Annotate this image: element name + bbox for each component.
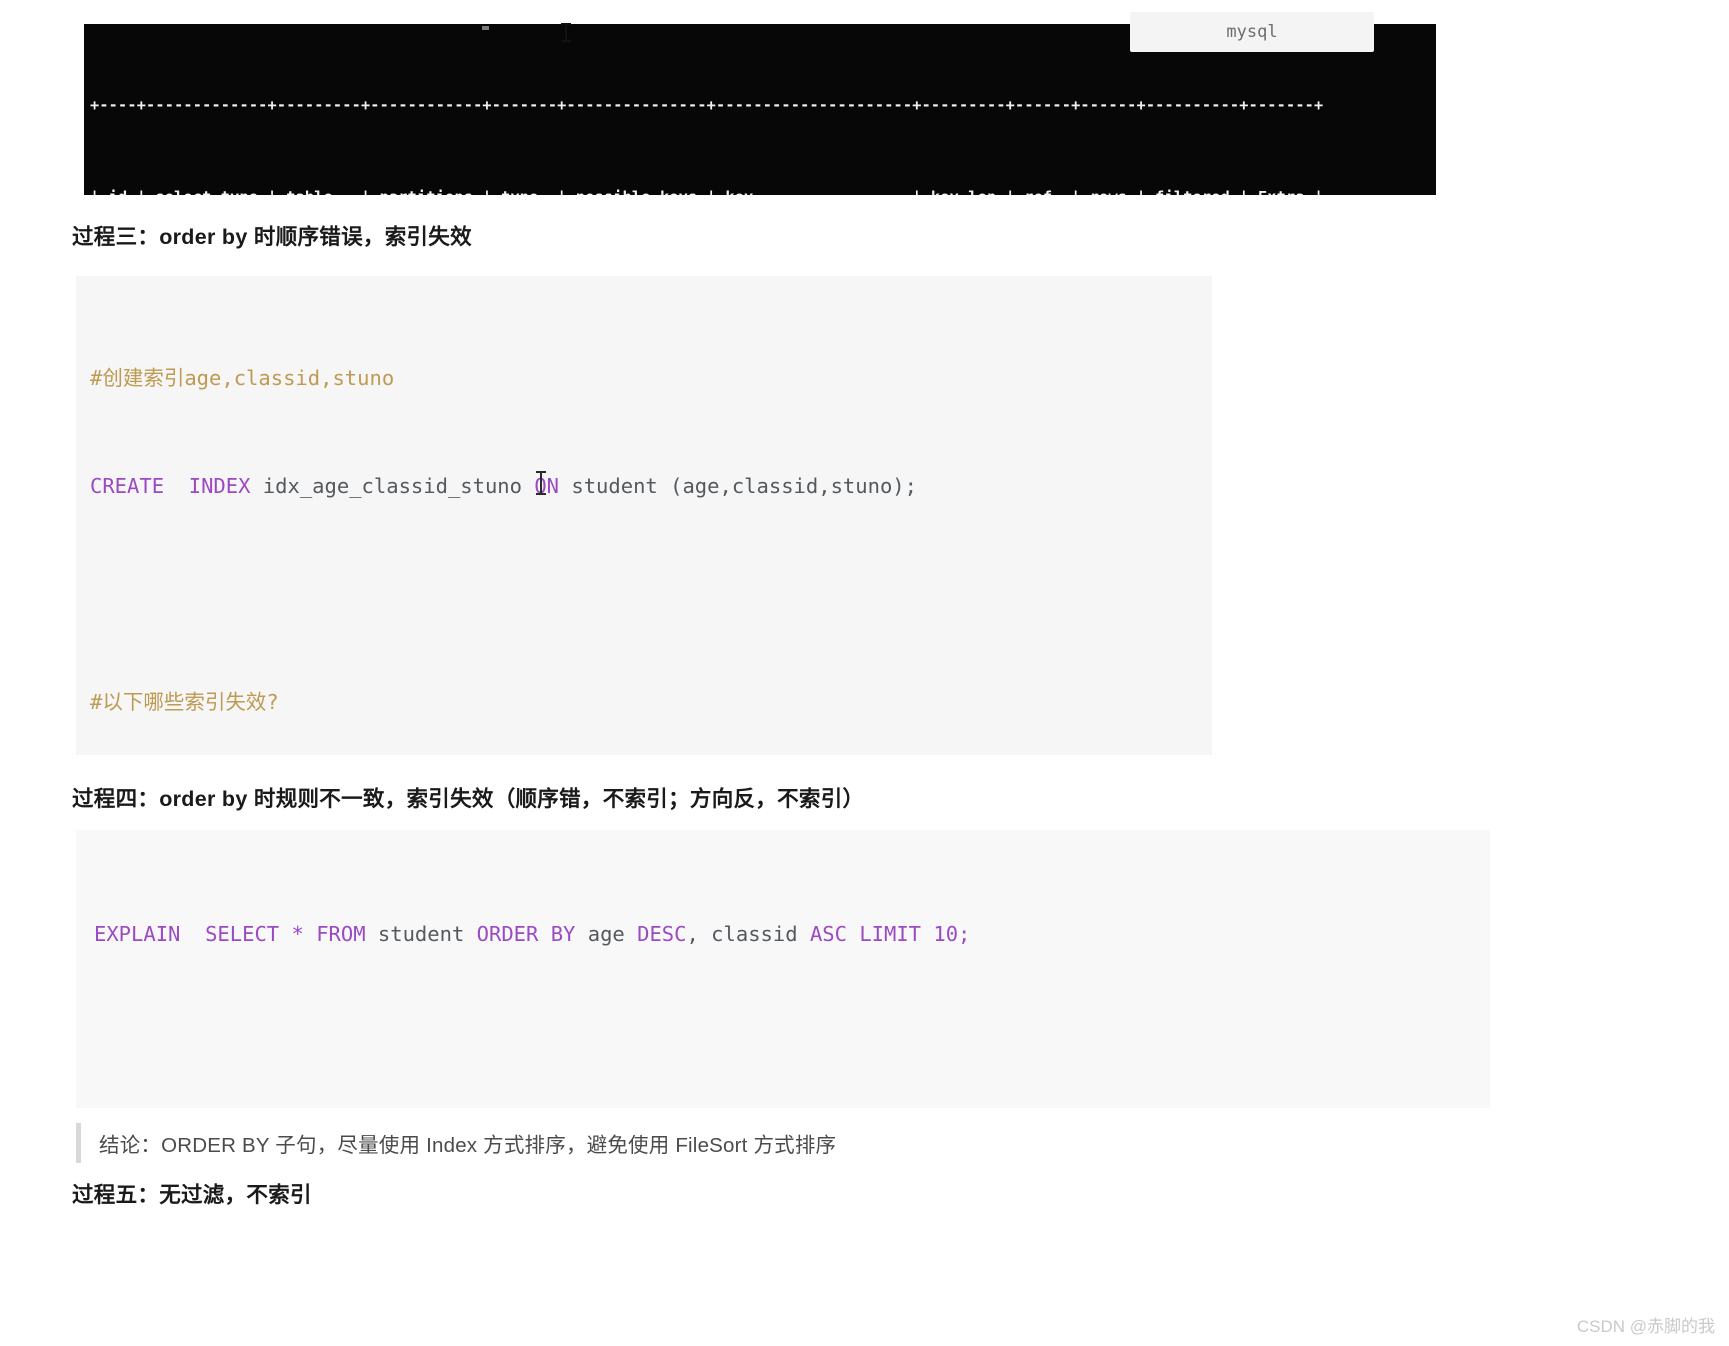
text-cursor-icon [561, 23, 571, 42]
conclusion-blockquote: 结论：ORDER BY 子句，尽量使用 Index 方式排序，避免使用 File… [76, 1122, 836, 1164]
section-heading-process-four: 过程四：order by 时规则不一致，索引失效（顺序错，不索引；方向反，不索引… [72, 787, 865, 811]
mysql-terminal-window: +----+-------------+---------+----------… [84, 12, 1436, 196]
section-heading-process-five: 过程五：无过滤，不索引 [72, 1183, 312, 1207]
code-block-process-three[interactable]: #创建索引age,classid,stuno CREATE INDEX idx_… [76, 276, 1212, 755]
section-heading-process-three: 过程三：order by 时顺序错误，索引失效 [72, 225, 472, 249]
csdn-watermark: CSDN @赤脚的我 [1576, 1317, 1715, 1336]
mysql-tab-label[interactable]: mysql [1130, 12, 1374, 52]
code-explain-statement: EXPLAIN SELECT * FROM student ORDER BY a… [94, 922, 971, 946]
quote-bar [76, 1123, 81, 1163]
code-block-process-four[interactable]: EXPLAIN SELECT * FROM student ORDER BY a… [76, 830, 1490, 1108]
code-create-index-line: CREATE INDEX idx_age_classid_stuno ON st… [90, 474, 917, 498]
text-cursor-icon [536, 471, 546, 495]
terminal-line: +----+-------------+---------+----------… [90, 96, 1324, 114]
caret-mark [482, 26, 489, 30]
code-comment-line: #创建索引age,classid,stuno [90, 366, 395, 390]
conclusion-text: 结论：ORDER BY 子句，尽量使用 Index 方式排序，避免使用 File… [99, 1134, 837, 1157]
terminal-header-row: | id | select_type | table | partitions … [90, 182, 1436, 196]
code-comment-question: #以下哪些索引失效? [90, 690, 279, 714]
